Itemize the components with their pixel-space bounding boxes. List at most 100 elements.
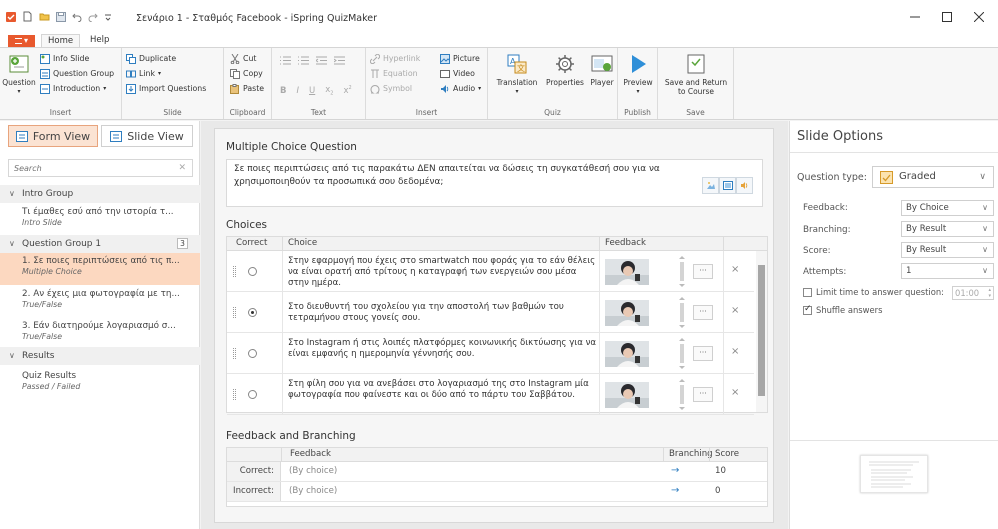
chevron-down-icon[interactable]: ∨ — [9, 235, 15, 253]
scrollbar-thumb[interactable] — [758, 265, 765, 396]
more-options-button[interactable]: ··· — [693, 305, 713, 320]
numbered-list-icon[interactable] — [298, 56, 309, 65]
stepper-icon[interactable]: ▴ ▾ — [988, 287, 991, 299]
video-button[interactable]: Video — [440, 68, 475, 79]
picture-button[interactable]: Picture — [440, 53, 480, 64]
more-options-button[interactable]: ··· — [693, 264, 713, 279]
question-group-button[interactable]: Question Group — [40, 68, 114, 79]
drag-handle-icon[interactable] — [233, 389, 236, 400]
undo-icon[interactable] — [72, 12, 82, 22]
feedback-image-thumbnail[interactable] — [605, 341, 649, 367]
symbol-button[interactable]: Symbol — [370, 83, 412, 94]
feedback-cell[interactable]: (By choice) — [289, 466, 337, 476]
equation-button[interactable]: Equation — [370, 68, 418, 79]
attempts-dropdown[interactable]: 1 ∨ — [901, 263, 994, 279]
delete-choice-icon[interactable]: × — [731, 346, 739, 357]
feedback-scrollbar[interactable] — [678, 296, 686, 329]
delete-choice-icon[interactable]: × — [731, 387, 739, 398]
feedback-image-thumbnail[interactable] — [605, 382, 649, 408]
chevron-down-icon[interactable]: ∨ — [9, 347, 15, 365]
feedback-scrollbar[interactable] — [678, 337, 686, 370]
delete-choice-icon[interactable]: × — [731, 264, 739, 275]
insert-picture-icon[interactable] — [702, 177, 719, 194]
more-options-button[interactable]: ··· — [693, 346, 713, 361]
tab-help[interactable]: Help — [84, 34, 115, 48]
slide-list-item[interactable]: 2. Αν έχεις μια φωτογραφία με τη... True… — [0, 289, 200, 317]
choice-text[interactable]: Στη φίλη σου για να ανεβάσει στο λογαρια… — [288, 379, 598, 401]
superscript-icon[interactable]: x2 — [343, 85, 351, 96]
import-questions-button[interactable]: Import Questions — [126, 83, 206, 94]
group-header-intro[interactable]: ∨ Intro Group — [0, 185, 200, 203]
slide-list-item[interactable]: 3. Εάν διατηρούμε λογαριασμό σ... True/F… — [0, 321, 200, 349]
copy-button[interactable]: Copy — [230, 68, 263, 79]
correct-radio[interactable] — [248, 267, 257, 276]
group-header-question-group-1[interactable]: ∨ Question Group 1 3 — [0, 235, 200, 253]
info-slide-button[interactable]: Info Slide — [40, 53, 89, 64]
feedback-image-thumbnail[interactable] — [605, 300, 649, 326]
slide-list-item[interactable]: Quiz Results Passed / Failed — [0, 371, 200, 399]
limit-time-checkbox[interactable] — [803, 288, 812, 297]
tab-home[interactable]: Home — [41, 34, 81, 48]
chevron-down-icon[interactable]: ∨ — [9, 185, 15, 203]
audio-button[interactable]: Audio ▾ — [440, 83, 481, 94]
correct-radio[interactable] — [248, 390, 257, 399]
slide-list-item[interactable]: Τι έμαθες εσύ από την ιστορία τ... Intro… — [0, 207, 200, 235]
feedback-scrollbar[interactable] — [678, 255, 686, 288]
question-button[interactable]: Question ▾ — [2, 52, 36, 96]
score-dropdown[interactable]: By Result ∨ — [901, 242, 994, 258]
score-cell[interactable]: 0 — [715, 486, 720, 496]
bold-icon[interactable]: B — [280, 86, 286, 96]
choice-text[interactable]: Στην εφαρμογή που έχεις στο smartwatch π… — [288, 256, 598, 290]
close-icon[interactable] — [964, 8, 994, 26]
drag-handle-icon[interactable] — [233, 348, 236, 359]
feedback-cell[interactable]: (By choice) — [289, 486, 337, 496]
choice-text[interactable]: Στο διευθυντή του σχολείου για την αποστ… — [288, 302, 598, 324]
slide-view-button[interactable]: Slide View — [101, 125, 193, 147]
branching-dropdown[interactable]: By Result ∨ — [901, 221, 994, 237]
slide-thumbnail-preview[interactable] — [860, 455, 928, 493]
save-and-return-button[interactable]: Save and Return to Course — [662, 52, 730, 96]
player-button[interactable]: Player — [588, 52, 616, 87]
translation-button[interactable]: A文 Translation ▾ — [494, 52, 540, 96]
score-cell[interactable]: 10 — [715, 466, 726, 476]
branch-arrow-icon[interactable]: → — [671, 485, 679, 496]
maximize-icon[interactable] — [932, 8, 962, 26]
cut-button[interactable]: Cut — [230, 53, 256, 64]
group-header-results[interactable]: ∨ Results — [0, 347, 200, 365]
drag-handle-icon[interactable] — [233, 266, 236, 277]
choice-text[interactable]: Στο Instagram ή στις λοιπές πλατφόρμες κ… — [288, 338, 598, 360]
choices-scrollbar[interactable] — [756, 251, 767, 412]
open-folder-icon[interactable] — [39, 11, 50, 22]
subscript-icon[interactable]: x2 — [325, 85, 333, 97]
properties-button[interactable]: Properties — [543, 52, 587, 87]
question-text-box[interactable]: Σε ποιες περιπτώσεις από τις παρακάτω ΔΕ… — [226, 159, 763, 207]
customize-qat-icon[interactable] — [104, 12, 112, 22]
feedback-image-thumbnail[interactable] — [605, 259, 649, 285]
duplicate-button[interactable]: Duplicate — [126, 53, 176, 64]
italic-icon[interactable]: I — [296, 86, 299, 96]
minimize-icon[interactable] — [900, 8, 930, 26]
underline-icon[interactable]: U — [309, 86, 315, 96]
search-input[interactable] — [9, 160, 169, 176]
more-options-button[interactable]: ··· — [693, 387, 713, 402]
feedback-scrollbar[interactable] — [678, 378, 686, 411]
time-limit-input[interactable]: 01:00 ▴ ▾ — [952, 286, 994, 300]
increase-indent-icon[interactable] — [334, 56, 345, 65]
save-icon[interactable] — [56, 11, 66, 22]
correct-radio[interactable] — [248, 349, 257, 358]
clear-search-icon[interactable]: ✕ — [178, 163, 186, 173]
delete-choice-icon[interactable]: × — [731, 305, 739, 316]
paste-button[interactable]: Paste — [230, 83, 264, 94]
correct-radio[interactable] — [248, 308, 257, 317]
question-text[interactable]: Σε ποιες περιπτώσεις από τις παρακάτω ΔΕ… — [234, 163, 674, 188]
insert-audio-icon[interactable] — [736, 177, 753, 194]
shuffle-answers-checkbox[interactable] — [803, 304, 812, 315]
feedback-dropdown[interactable]: By Choice ∨ — [901, 200, 994, 216]
link-button[interactable]: Link ▾ — [126, 68, 161, 79]
hyperlink-button[interactable]: Hyperlink — [370, 53, 420, 64]
preview-button[interactable]: Preview ▾ — [622, 52, 654, 96]
insert-video-icon[interactable] — [719, 177, 736, 194]
introduction-button[interactable]: Introduction ▾ — [40, 83, 106, 94]
redo-icon[interactable] — [88, 12, 98, 22]
file-menu-button[interactable]: ▾ — [8, 35, 35, 47]
